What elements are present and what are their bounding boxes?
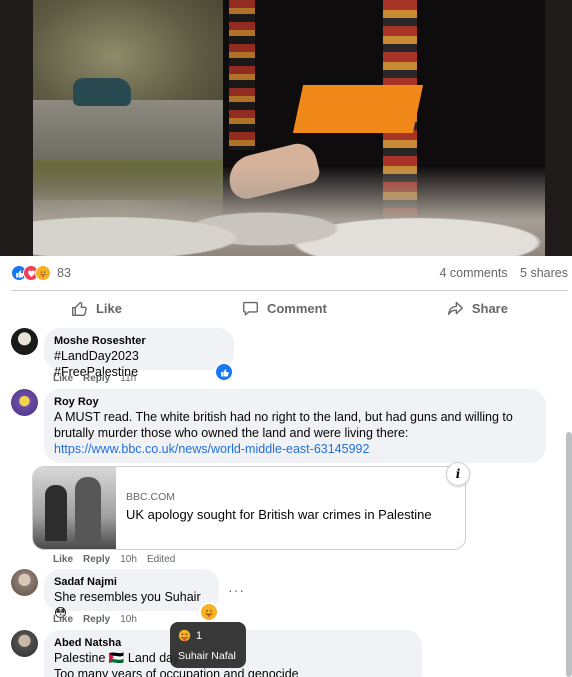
info-icon[interactable]: i <box>446 462 470 486</box>
reaction-summary[interactable]: 83 <box>11 265 71 281</box>
tooltip-count-value: 1 <box>196 629 203 642</box>
comment-button[interactable]: Comment <box>242 300 327 317</box>
comment-time[interactable]: 10h <box>120 554 137 565</box>
comment-meta: Like Reply 11h <box>53 373 136 384</box>
avatar[interactable] <box>11 630 38 657</box>
comment-moshe: Moshe Roseshter #LandDay2023 #FreePalest… <box>11 328 311 388</box>
care-icon <box>178 629 191 642</box>
avatar[interactable] <box>11 389 38 416</box>
thumbnail-figure <box>45 485 67 541</box>
photo-sleeve <box>292 85 424 133</box>
thumbnail-figure <box>75 477 101 543</box>
comment-reply-button[interactable]: Reply <box>83 554 110 565</box>
reaction-count: 83 <box>57 266 71 280</box>
comment-reply-button[interactable]: Reply <box>83 373 110 384</box>
tooltip-count: 1 <box>178 629 202 642</box>
actions-divider <box>11 290 568 291</box>
comment-bubble: Moshe Roseshter #LandDay2023 #FreePalest… <box>44 328 234 379</box>
comment-icon <box>242 301 258 316</box>
comment-author[interactable]: Moshe Roseshter <box>54 334 224 348</box>
like-button[interactable]: Like <box>71 300 122 317</box>
comment-reply-button[interactable]: Reply <box>83 614 110 625</box>
comment-bubble: Sadaf Najmi She resembles you Suhair😳 <box>44 569 219 620</box>
avatar[interactable] <box>11 328 38 355</box>
reaction-summary-bar: 83 4 comments 5 shares <box>11 264 568 282</box>
tooltip-name: Suhair Nafal <box>178 650 236 662</box>
comment-button-label: Comment <box>266 300 327 316</box>
comment-time[interactable]: 11h <box>120 373 136 384</box>
care-icon[interactable] <box>199 602 219 622</box>
link-preview-thumbnail <box>33 467 116 549</box>
comments-count-link[interactable]: 4 comments <box>439 266 507 280</box>
like-icon[interactable] <box>214 362 234 382</box>
more-options-icon[interactable]: ··· <box>228 582 245 598</box>
like-button-label: Like <box>95 300 122 316</box>
comment-bubble: Roy Roy A MUST read. The white british h… <box>44 389 546 463</box>
comment-author[interactable]: Sadaf Najmi <box>54 575 209 589</box>
photo-rocks <box>33 166 545 256</box>
comment-time[interactable]: 10h <box>120 614 137 625</box>
photo-embroidery-left <box>229 0 255 150</box>
edited-label[interactable]: Edited <box>147 554 175 565</box>
link-preview-source: BBC.COM <box>126 491 176 503</box>
link-preview-title: UK apology sought for British war crimes… <box>126 507 432 522</box>
post-photo[interactable] <box>0 0 572 256</box>
comment-meta: Like Reply 10h <box>53 614 137 625</box>
photo-road <box>33 100 233 160</box>
photo-scene <box>33 0 545 256</box>
comment-author[interactable]: Roy Roy <box>54 395 536 409</box>
shares-count-link[interactable]: 5 shares <box>520 266 568 280</box>
reaction-tooltip: 1 Suhair Nafal <box>170 622 246 668</box>
post-actions: Like Comment Share <box>11 296 568 320</box>
comment-like-button[interactable]: Like <box>53 373 73 384</box>
post-stats: 4 comments 5 shares <box>439 266 568 280</box>
comment-text: A MUST read. The white british had no ri… <box>54 410 513 440</box>
comment-link[interactable]: https://www.bbc.co.uk/news/world-middle-… <box>54 441 536 457</box>
thumbs-up-icon <box>71 301 87 316</box>
care-icon <box>35 265 51 281</box>
comment-sadaf: Sadaf Najmi She resembles you Suhair😳 Li… <box>11 569 311 629</box>
comment-like-button[interactable]: Like <box>53 554 73 565</box>
scrollbar[interactable] <box>566 432 572 677</box>
share-button-label: Share <box>471 300 508 316</box>
avatar[interactable] <box>11 569 38 596</box>
share-icon <box>447 301 463 315</box>
comment-meta: Like Reply 10h Edited <box>53 554 175 565</box>
link-preview-card[interactable]: BBC.COM UK apology sought for British wa… <box>32 466 466 550</box>
share-button[interactable]: Share <box>447 300 508 317</box>
photo-car <box>73 78 131 106</box>
comment-like-button[interactable]: Like <box>53 614 73 625</box>
